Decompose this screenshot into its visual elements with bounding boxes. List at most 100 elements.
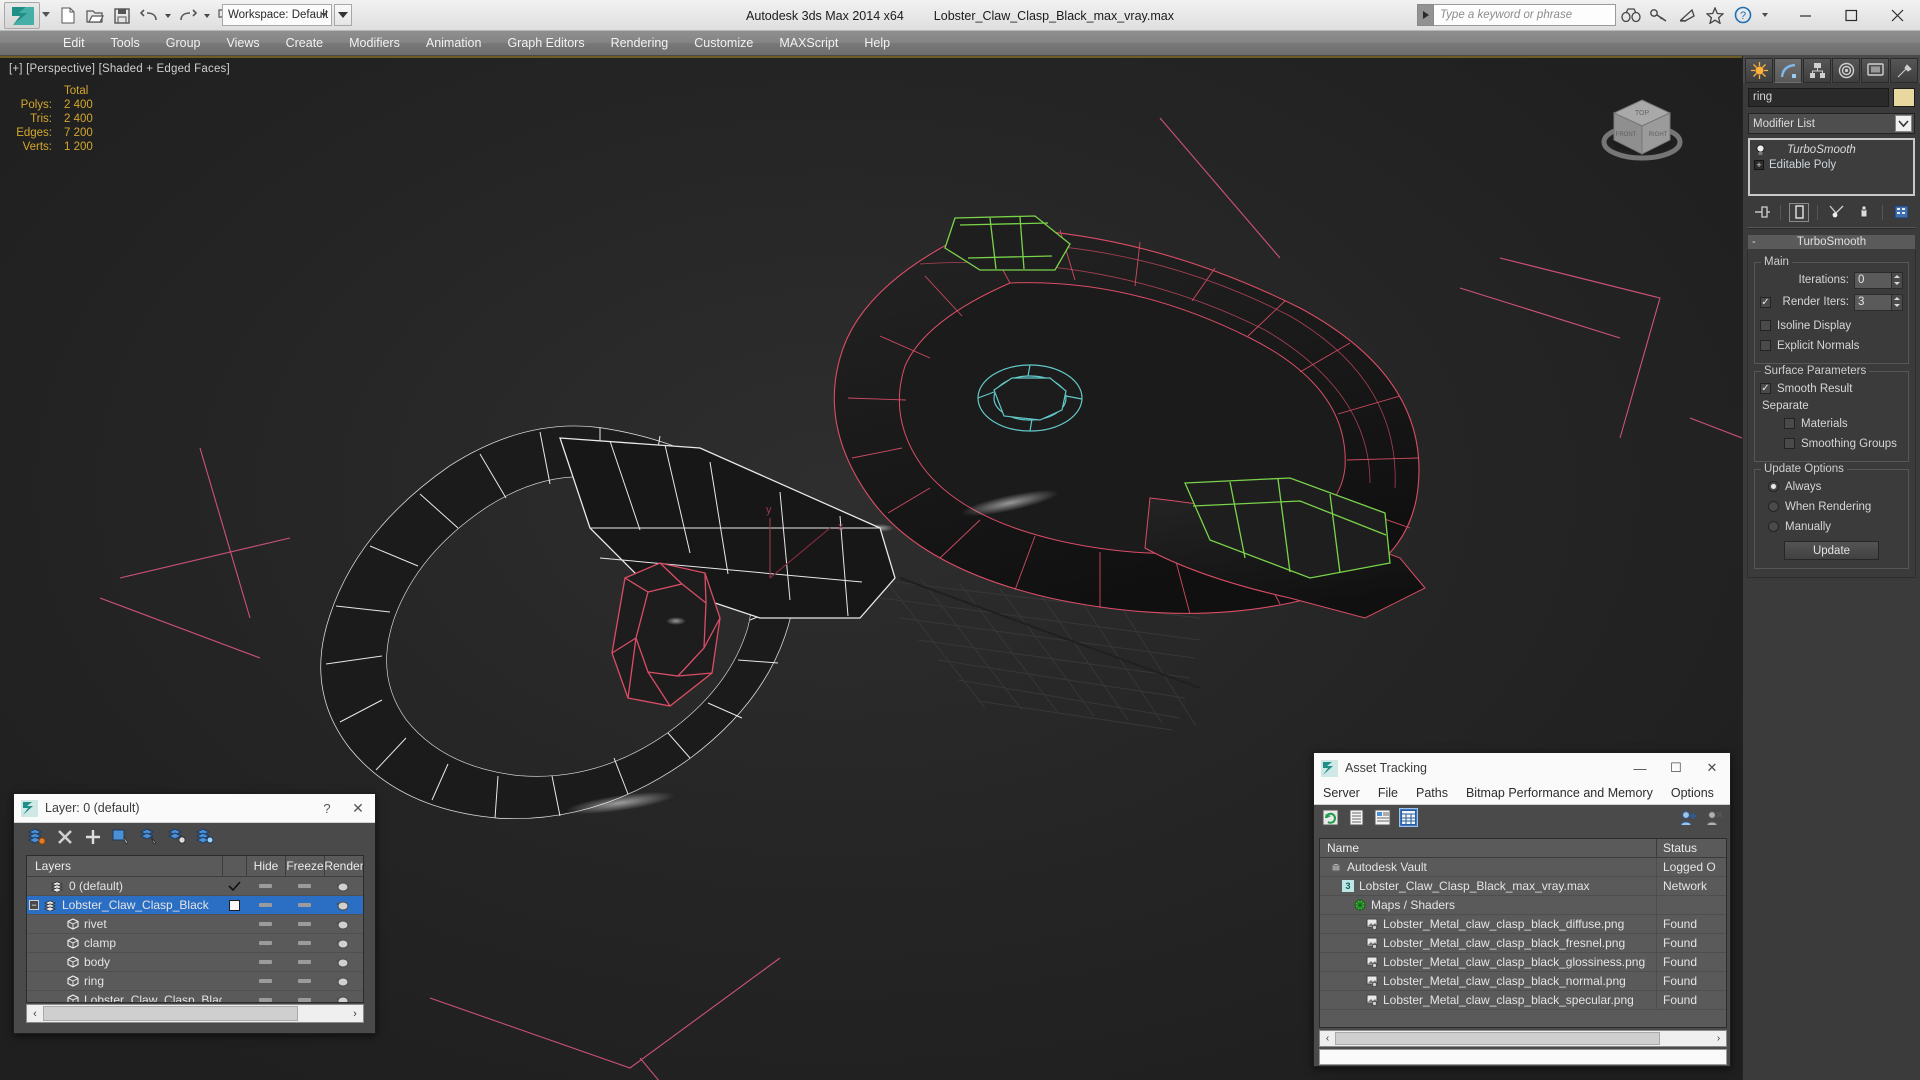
layer-list[interactable]: Layers Hide Freeze Render 0 (default) − …: [26, 855, 364, 1003]
scroll-right-icon[interactable]: ›: [1711, 1033, 1726, 1044]
menu-item-rendering[interactable]: Rendering: [598, 31, 682, 55]
render-toggle[interactable]: [324, 957, 363, 968]
modify-tab[interactable]: [1774, 58, 1802, 83]
smooth-result-checkbox[interactable]: [1760, 383, 1771, 394]
object-name-input[interactable]: ring: [1748, 88, 1889, 107]
scroll-left-icon[interactable]: ‹: [1320, 1033, 1335, 1044]
table-row[interactable]: 0 (default): [27, 877, 363, 896]
workspace-dropdown-button[interactable]: [334, 4, 352, 26]
hide-toggle[interactable]: [246, 903, 285, 907]
render-iters-value[interactable]: 3: [1854, 293, 1892, 311]
render-iters-checkbox[interactable]: [1760, 296, 1771, 308]
search-input[interactable]: Type a keyword or phrase: [1434, 4, 1616, 26]
menu-item-animation[interactable]: Animation: [413, 31, 495, 55]
collapse-icon[interactable]: −: [29, 900, 39, 910]
maximize-button[interactable]: [1828, 0, 1874, 31]
menu-item-maxscript[interactable]: MAXScript: [766, 31, 851, 55]
isoline-display-checkbox[interactable]: [1760, 320, 1771, 331]
table-row[interactable]: − Lobster_Claw_Clasp_Black: [27, 896, 363, 915]
refresh-icon[interactable]: [1321, 808, 1340, 827]
open-icon[interactable]: [82, 4, 107, 28]
update-always-radio[interactable]: [1768, 481, 1779, 492]
asset-tracking-dialog[interactable]: Asset Tracking — ☐ ✕ Server File Paths B…: [1313, 752, 1731, 1067]
scrollbar-thumb[interactable]: [1335, 1032, 1660, 1045]
modifier-stack-item-editable-poly[interactable]: + Editable Poly: [1752, 157, 1911, 172]
detail-view-icon[interactable]: [1373, 808, 1392, 827]
workspace-selector[interactable]: Workspace: Default: [222, 4, 332, 26]
freeze-toggle[interactable]: [285, 979, 324, 983]
scrollbar-thumb[interactable]: [43, 1006, 298, 1021]
column-freeze[interactable]: Freeze: [285, 856, 324, 876]
render-toggle[interactable]: [324, 919, 363, 930]
layer-dialog-close-button[interactable]: ✕: [341, 800, 375, 817]
minimize-button[interactable]: [1782, 0, 1828, 31]
new-icon[interactable]: [55, 4, 80, 28]
freeze-toggle[interactable]: [285, 960, 324, 964]
render-toggle[interactable]: [324, 881, 363, 892]
menu-item-paths[interactable]: Paths: [1407, 783, 1457, 804]
remove-asset-icon[interactable]: [1704, 808, 1723, 827]
infocenter-expand-button[interactable]: [1417, 4, 1434, 26]
light-bulb-icon[interactable]: [1754, 143, 1766, 156]
save-icon[interactable]: [109, 4, 134, 28]
scroll-left-icon[interactable]: ‹: [27, 1008, 43, 1020]
redo-icon[interactable]: [175, 4, 200, 28]
close-button[interactable]: [1874, 0, 1920, 31]
menu-item-modifiers[interactable]: Modifiers: [336, 31, 413, 55]
view-cube[interactable]: TOP FRONT RIGHT: [1596, 84, 1688, 176]
column-hide[interactable]: Hide: [246, 856, 285, 876]
menu-item-edit[interactable]: Edit: [50, 31, 98, 55]
modifier-list-dropdown[interactable]: Modifier List: [1748, 113, 1915, 134]
remove-modifier-icon[interactable]: [1854, 203, 1874, 222]
hide-toggle[interactable]: [246, 998, 285, 1002]
update-when-rendering-row[interactable]: When Rendering: [1768, 498, 1903, 515]
motion-tab[interactable]: [1832, 58, 1860, 83]
hide-toggle[interactable]: [246, 941, 285, 945]
menu-item-server[interactable]: Server: [1314, 783, 1369, 804]
modifier-stack-item-turbosmooth[interactable]: TurboSmooth: [1752, 142, 1911, 157]
table-row[interactable]: Lobster_Metal_claw_clasp_black_specular.…: [1320, 991, 1726, 1010]
asset-tracking-titlebar[interactable]: Asset Tracking — ☐ ✕: [1314, 753, 1730, 783]
viewport-label[interactable]: [+] [Perspective] [Shaded + Edged Faces]: [9, 63, 230, 75]
layer-properties-icon[interactable]: [195, 827, 214, 846]
scroll-right-icon[interactable]: ›: [347, 1008, 363, 1020]
smoothing-groups-checkbox[interactable]: [1784, 438, 1795, 449]
rollout-header-turbosmooth[interactable]: - TurboSmooth: [1747, 234, 1916, 250]
render-toggle[interactable]: [324, 938, 363, 949]
column-name[interactable]: Name: [1320, 841, 1656, 855]
layer-dialog-help-button[interactable]: ?: [313, 801, 341, 816]
current-layer-check[interactable]: [222, 880, 246, 892]
render-iters-stepper[interactable]: [1892, 293, 1903, 311]
freeze-toggle[interactable]: [285, 998, 324, 1002]
menu-item-file[interactable]: File: [1369, 783, 1407, 804]
menu-item-create[interactable]: Create: [273, 31, 337, 55]
menu-item-options[interactable]: Options: [1662, 783, 1723, 804]
create-new-layer-icon[interactable]: [27, 827, 46, 846]
table-row[interactable]: Maps / Shaders: [1320, 896, 1726, 915]
asset-tracking-close-button[interactable]: ✕: [1694, 754, 1730, 783]
asset-tracking-maximize-button[interactable]: ☐: [1658, 754, 1694, 783]
show-end-result-icon[interactable]: [1789, 202, 1809, 222]
undo-dropdown-icon[interactable]: [163, 4, 173, 28]
redo-dropdown-icon[interactable]: [202, 4, 212, 28]
table-row[interactable]: Lobster_Metal_claw_clasp_black_glossines…: [1320, 953, 1726, 972]
render-toggle[interactable]: [324, 900, 363, 911]
add-asset-icon[interactable]: [1678, 808, 1697, 827]
menu-item-bitmap-performance[interactable]: Bitmap Performance and Memory: [1457, 783, 1662, 804]
hide-toggle[interactable]: [246, 922, 285, 926]
chevron-down-icon[interactable]: [1895, 115, 1912, 132]
menu-item-customize[interactable]: Customize: [681, 31, 766, 55]
explicit-normals-checkbox[interactable]: [1760, 340, 1771, 351]
delete-layer-icon[interactable]: [55, 827, 74, 846]
layer-dialog-titlebar[interactable]: Layer: 0 (default) ? ✕: [14, 794, 375, 823]
smoothing-groups-row[interactable]: Smoothing Groups: [1784, 435, 1903, 452]
update-manually-radio[interactable]: [1768, 521, 1779, 532]
update-manually-row[interactable]: Manually: [1768, 518, 1903, 535]
freeze-toggle[interactable]: [285, 903, 324, 907]
grid-view-icon[interactable]: [1399, 808, 1418, 827]
modifier-stack[interactable]: TurboSmooth + Editable Poly: [1748, 138, 1915, 196]
satellite-icon[interactable]: [1676, 4, 1698, 26]
utilities-tab[interactable]: [1890, 58, 1918, 83]
materials-checkbox[interactable]: [1784, 418, 1795, 429]
binoculars-icon[interactable]: [1620, 4, 1642, 26]
